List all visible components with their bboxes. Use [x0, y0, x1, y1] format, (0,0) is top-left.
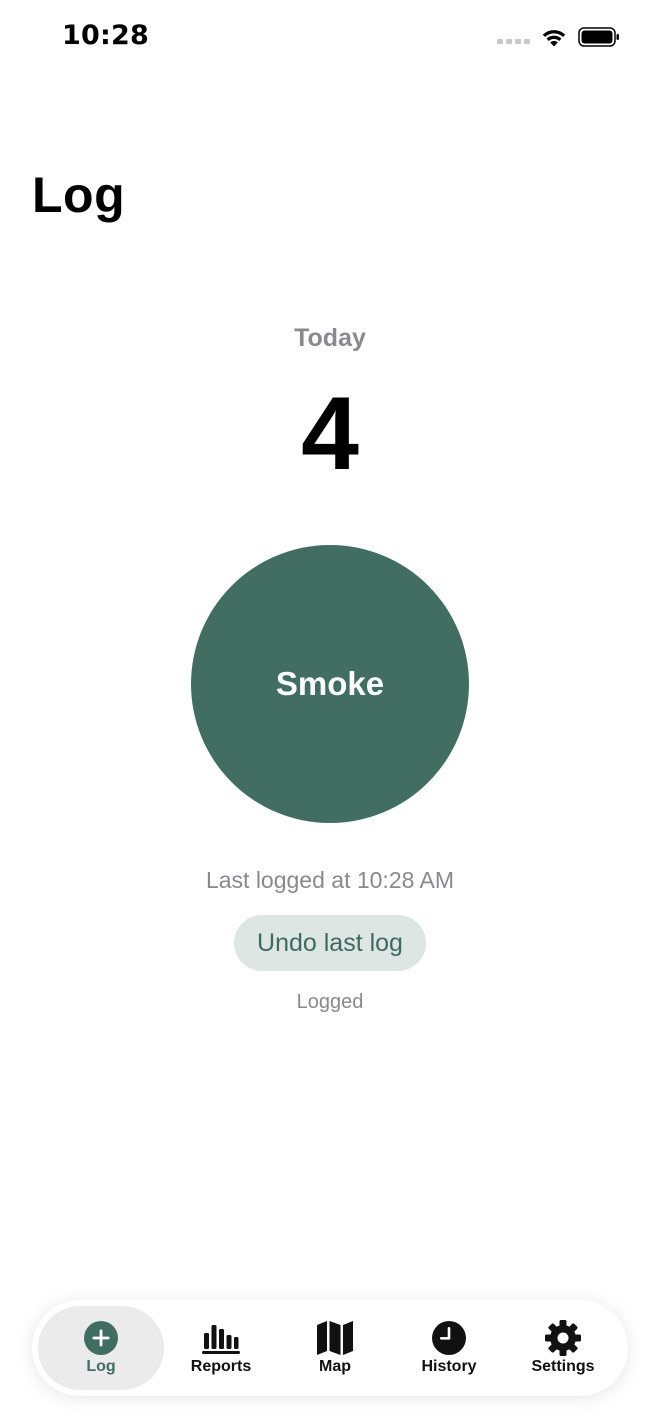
tab-map[interactable]: Map: [278, 1300, 392, 1396]
status-bar: 10:28: [0, 0, 660, 80]
battery-icon: [578, 27, 619, 47]
tab-label-settings: Settings: [531, 1358, 595, 1375]
logged-status-text: Logged: [296, 991, 364, 1013]
period-label: Today: [294, 324, 366, 352]
tab-label-history: History: [421, 1358, 477, 1375]
status-icons: [497, 26, 620, 48]
tab-settings[interactable]: Settings: [506, 1300, 620, 1396]
tab-label-log: Log: [86, 1358, 116, 1375]
wifi-icon: [542, 30, 566, 47]
gear-icon: [544, 1320, 582, 1356]
tab-reports[interactable]: Reports: [164, 1300, 278, 1396]
today-count: 4: [301, 376, 359, 492]
tab-log[interactable]: Log: [38, 1306, 164, 1390]
bar-chart-icon: [201, 1320, 241, 1356]
last-logged-text: Last logged at 10:28 AM: [205, 867, 455, 893]
page-title: Log: [32, 167, 126, 223]
map-icon: [316, 1320, 354, 1356]
status-time: 10:28: [62, 20, 149, 51]
tab-bar: Log Reports Map History Settings: [32, 1300, 628, 1396]
undo-last-log-button[interactable]: Undo last log: [234, 915, 426, 971]
smoke-log-button[interactable]: Smoke: [191, 545, 469, 823]
tab-label-map: Map: [319, 1358, 351, 1375]
clock-icon: [431, 1320, 467, 1356]
tab-label-reports: Reports: [190, 1358, 252, 1375]
tab-history[interactable]: History: [392, 1300, 506, 1396]
cellular-signal-icon: [497, 38, 530, 44]
plus-circle-icon: [83, 1320, 119, 1356]
